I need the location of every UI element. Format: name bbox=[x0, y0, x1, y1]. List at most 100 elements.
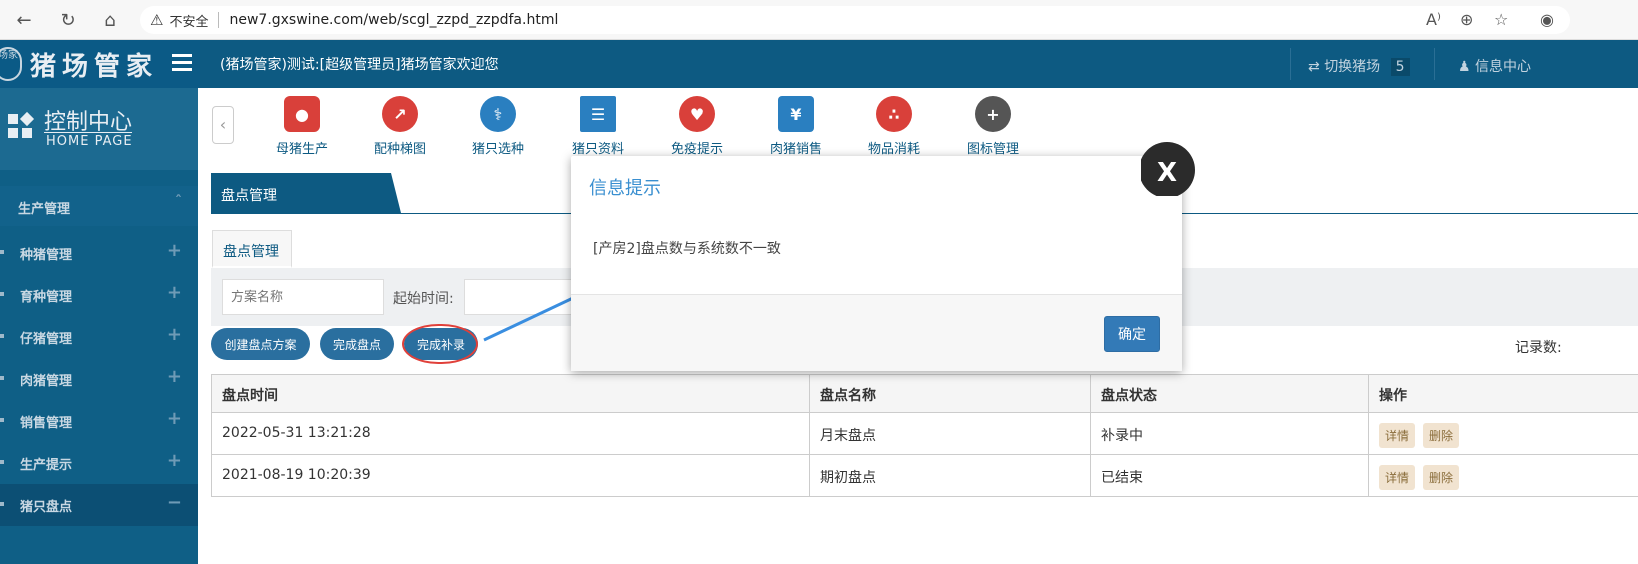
heart-icon: ♥ bbox=[679, 96, 715, 132]
sidebar-item-label: 生产提示 bbox=[20, 458, 73, 473]
column-header-name[interactable]: 盘点名称 bbox=[810, 375, 1091, 412]
table-row[interactable]: 2021-08-19 10:20:39 期初盘点 已结束 详情 删除 bbox=[212, 455, 1638, 497]
header-divider bbox=[1434, 48, 1435, 80]
swap-icon: ⇄ bbox=[1308, 59, 1320, 75]
expand-icon: + bbox=[166, 282, 182, 303]
svg-text:X: X bbox=[1157, 158, 1177, 188]
column-header-time[interactable]: 盘点时间 bbox=[212, 375, 810, 412]
records-count-label: 记录数: bbox=[1515, 340, 1562, 356]
delete-button[interactable]: 删除 bbox=[1423, 423, 1460, 448]
bullet-icon bbox=[0, 376, 4, 380]
chevron-up-icon: ˆ bbox=[175, 194, 182, 210]
sidebar-item-label: 仔猪管理 bbox=[20, 332, 73, 347]
user-icon: ♟ bbox=[1458, 59, 1471, 75]
sidebar: 控制中心 HOME PAGE 生产管理 ˆ 种猪管理 + 育种管理 + 仔猪管理… bbox=[0, 88, 198, 564]
sidebar-item-piglet[interactable]: 仔猪管理 + bbox=[0, 316, 198, 358]
sidebar-item-sales[interactable]: 销售管理 + bbox=[0, 400, 198, 442]
favorite-icon[interactable]: ☆ bbox=[1494, 10, 1508, 29]
insecure-label: 不安全 bbox=[169, 14, 209, 30]
logo-text: 猪场管家 bbox=[30, 51, 159, 82]
column-header-status[interactable]: 盘点状态 bbox=[1091, 375, 1369, 412]
quick-icon-management[interactable]: + 图标管理 bbox=[953, 96, 1033, 157]
info-dialog: 信息提示 [产房2]盘点数与系统数不一致 确定 bbox=[571, 156, 1182, 371]
quick-sow-production[interactable]: ● 母猪生产 bbox=[262, 96, 342, 157]
back-arrow-icon[interactable]: ← bbox=[12, 8, 36, 32]
sidebar-item-label: 肉猪管理 bbox=[20, 374, 73, 389]
close-icon[interactable]: X bbox=[1141, 136, 1201, 196]
confirm-button[interactable]: 确定 bbox=[1104, 316, 1160, 352]
switch-farm-button[interactable]: ⇄ 切换猪场 5 bbox=[1308, 56, 1410, 76]
dialog-message: [产房2]盘点数与系统数不一致 bbox=[593, 241, 781, 257]
expand-icon: + bbox=[166, 450, 182, 471]
reload-icon[interactable]: ↻ bbox=[56, 8, 80, 32]
quick-access-bar: ‹ ● 母猪生产 ↗ 配种梯图 ⚕ 猪只选种 ☰ 猪只资料 ♥ 免疫提示 ¥ 肉… bbox=[200, 88, 1638, 160]
quick-consumption[interactable]: ∴ 物品消耗 bbox=[854, 96, 934, 157]
quick-immunization[interactable]: ♥ 免疫提示 bbox=[657, 96, 737, 157]
plan-name-input[interactable] bbox=[222, 279, 384, 315]
sidebar-group-production[interactable]: 生产管理 ˆ bbox=[0, 186, 198, 226]
subtab-inventory[interactable]: 盘点管理 bbox=[212, 230, 292, 268]
quick-mating-chart[interactable]: ↗ 配种梯图 bbox=[360, 96, 440, 157]
scroll-left-icon[interactable]: ‹ bbox=[212, 106, 234, 144]
menu-toggle-icon[interactable] bbox=[172, 54, 192, 72]
inventory-table: 盘点时间 盘点名称 盘点状态 操作 2022-05-31 13:21:28 月末… bbox=[211, 374, 1638, 497]
bullet-icon bbox=[0, 460, 4, 464]
control-center-subtitle: HOME PAGE bbox=[46, 134, 133, 149]
expand-icon: + bbox=[166, 408, 182, 429]
column-header-actions: 操作 bbox=[1379, 388, 1407, 404]
delete-button[interactable]: 删除 bbox=[1423, 465, 1460, 490]
grid-icon bbox=[8, 111, 38, 142]
sidebar-item-production-tips[interactable]: 生产提示 + bbox=[0, 442, 198, 484]
quick-pig-records[interactable]: ☰ 猪只资料 bbox=[558, 96, 638, 157]
divider bbox=[44, 132, 132, 133]
sidebar-item-breeding-pig[interactable]: 种猪管理 + bbox=[0, 232, 198, 274]
money-icon: ¥ bbox=[778, 96, 814, 132]
create-plan-button[interactable]: 创建盘点方案 bbox=[211, 328, 310, 360]
info-center-label: 信息中心 bbox=[1475, 59, 1532, 75]
read-aloud-icon[interactable]: A⁾ bbox=[1426, 10, 1441, 29]
quick-label: 免疫提示 bbox=[670, 142, 723, 157]
quick-pig-selection[interactable]: ⚕ 猪只选种 bbox=[458, 96, 538, 157]
sidebar-item-label: 销售管理 bbox=[20, 416, 73, 431]
address-bar[interactable]: ⚠ 不安全 new7.gxswine.com/web/scgl_zzpd_zzp… bbox=[140, 6, 1570, 34]
sidebar-item-pig-inventory[interactable]: 猪只盘点 − bbox=[0, 484, 198, 526]
quick-label: 猪只选种 bbox=[471, 142, 524, 157]
panel-tab-inventory[interactable]: 盘点管理 bbox=[211, 173, 391, 213]
plus-icon: + bbox=[975, 96, 1011, 132]
logo-seal: 场家 bbox=[0, 47, 22, 81]
cell-name: 月末盘点 bbox=[810, 413, 1091, 454]
stairs-icon: ↗ bbox=[382, 96, 418, 132]
panel-tab-corner bbox=[391, 173, 401, 213]
quick-label: 物品消耗 bbox=[867, 142, 920, 157]
quick-pig-sales[interactable]: ¥ 肉猪销售 bbox=[756, 96, 836, 157]
control-center[interactable]: 控制中心 HOME PAGE bbox=[0, 88, 198, 170]
switch-farm-label: 切换猪场 bbox=[1324, 59, 1381, 75]
balls-icon: ∴ bbox=[876, 96, 912, 132]
cell-time: 2022-05-31 13:21:28 bbox=[212, 413, 810, 454]
sidebar-item-label: 育种管理 bbox=[20, 290, 73, 305]
sidebar-item-finisher[interactable]: 肉猪管理 + bbox=[0, 358, 198, 400]
expand-icon: + bbox=[166, 324, 182, 345]
detail-button[interactable]: 详情 bbox=[1379, 465, 1416, 490]
book-icon: ☰ bbox=[580, 96, 616, 132]
start-time-input[interactable] bbox=[464, 279, 584, 315]
table-row[interactable]: 2022-05-31 13:21:28 月末盘点 补录中 详情 删除 bbox=[212, 413, 1638, 455]
quick-label: 猪只资料 bbox=[571, 142, 624, 157]
warning-icon: ⚠ bbox=[150, 11, 164, 29]
sidebar-item-breeding[interactable]: 育种管理 + bbox=[0, 274, 198, 316]
logo: 场家 猪场管家 bbox=[0, 40, 200, 88]
quick-label: 配种梯图 bbox=[373, 142, 426, 157]
dialog-footer: 确定 bbox=[571, 294, 1182, 371]
finish-inventory-button[interactable]: 完成盘点 bbox=[320, 328, 394, 360]
zoom-icon[interactable]: ⊕ bbox=[1460, 10, 1473, 29]
app-header: 场家 猪场管家 (猪场管家)测试:[超级管理员]猪场管家欢迎您 ⇄ 切换猪场 5… bbox=[0, 40, 1638, 88]
dialog-title: 信息提示 bbox=[589, 178, 661, 199]
extensions-icon[interactable]: ◉ bbox=[1540, 10, 1554, 29]
home-icon[interactable]: ⌂ bbox=[98, 8, 122, 32]
table-header: 盘点时间 盘点名称 盘点状态 操作 bbox=[212, 375, 1638, 413]
detail-button[interactable]: 详情 bbox=[1379, 423, 1416, 448]
cell-time: 2021-08-19 10:20:39 bbox=[212, 455, 810, 496]
info-center-button[interactable]: ♟ 信息中心 bbox=[1458, 56, 1531, 76]
highlight-circle bbox=[402, 324, 478, 364]
url-text[interactable]: new7.gxswine.com/web/scgl_zzpd_zzpdfa.ht… bbox=[229, 12, 558, 28]
